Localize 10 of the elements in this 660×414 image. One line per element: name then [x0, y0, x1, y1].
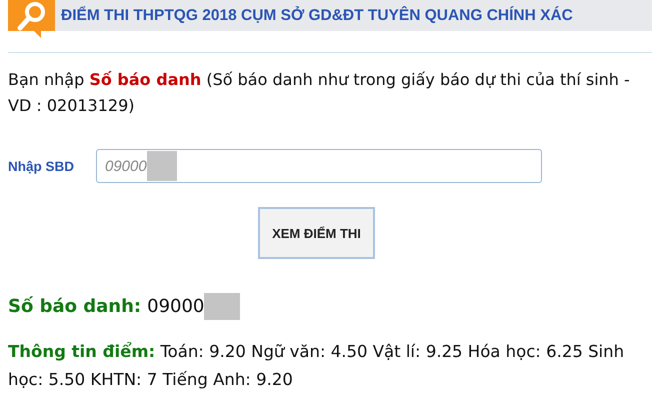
- score-info-text: Thông tin điểm: Toán: 9.20 Ngữ văn: 4.50 Vật lí: 9.25 Hóa học: 6.25 Sinh học: 5.50 KHTN: 7 Tiếng Anh: 9.20: [8, 341, 626, 391]
- sbd-result-value: 09000: [147, 296, 204, 317]
- sbd-input-field[interactable]: 09000: [96, 149, 542, 183]
- view-scores-button[interactable]: XEM ĐIỂM THI: [258, 207, 375, 259]
- sbd-label: Nhập SBD: [8, 158, 76, 174]
- redaction-block: [146, 151, 177, 181]
- redaction-block: [204, 293, 240, 320]
- sbd-result-label: Số báo danh:: [8, 296, 142, 317]
- page-title: ĐIỂM THI THPTQG 2018 CỤM SỞ GD&ĐT TUYÊN QUANG CHÍNH XÁC: [61, 6, 573, 24]
- instruction-text: Bạn nhập Số báo danh (Số báo danh như trong giấy báo dự thi của thí sinh - VD : 02013129): [8, 69, 631, 117]
